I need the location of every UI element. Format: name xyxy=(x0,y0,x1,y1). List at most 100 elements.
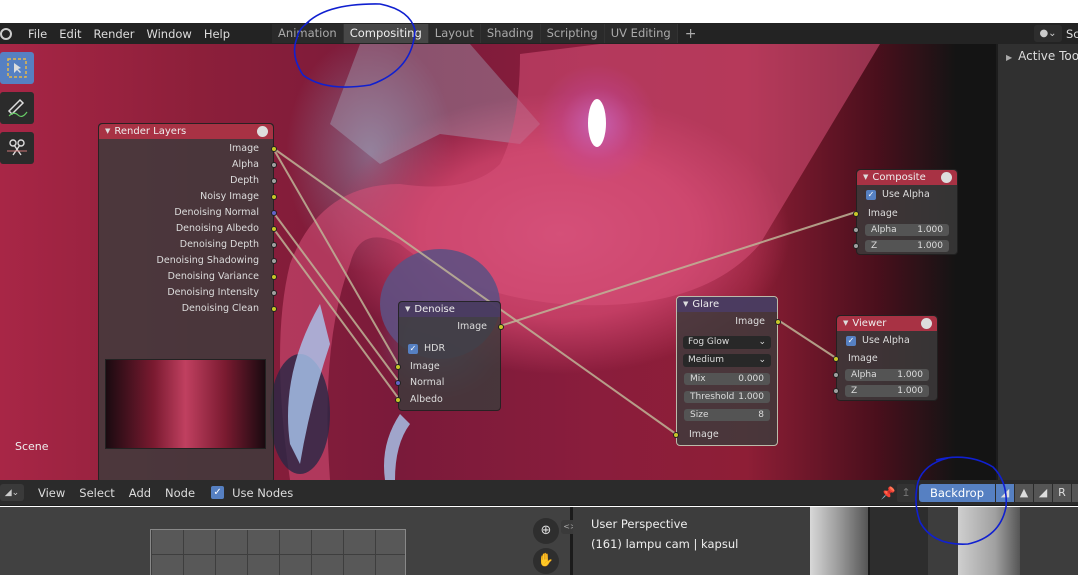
denoise-node[interactable]: ▼ Denoise Image ✓ HDR Image Normal Albedo xyxy=(395,301,504,411)
denoise-header[interactable]: ▼ Denoise xyxy=(399,302,500,317)
scene-selector[interactable]: ●⌄ Sc xyxy=(1034,23,1078,44)
menu-node[interactable]: Node xyxy=(165,486,195,500)
scene-name[interactable]: Sc xyxy=(1066,27,1078,41)
use-nodes-checkbox[interactable]: ✓ Use Nodes xyxy=(211,486,293,500)
menu-edit[interactable]: Edit xyxy=(53,27,87,41)
backdrop-color-alpha-button[interactable]: ◢ xyxy=(996,484,1014,502)
socket-depth[interactable] xyxy=(271,178,277,184)
tab-animation[interactable]: Animation xyxy=(272,24,344,43)
add-workspace-button[interactable]: + xyxy=(678,26,704,42)
parent-node-tree-button[interactable]: ↥ xyxy=(897,484,915,502)
scene-label[interactable]: Scene xyxy=(15,440,49,453)
menu-add[interactable]: Add xyxy=(129,486,151,500)
tab-shading[interactable]: Shading xyxy=(480,24,541,43)
expand-triangle-icon[interactable]: ▶ xyxy=(1006,53,1012,62)
backdrop-alpha-button[interactable]: ◢ xyxy=(1034,484,1052,502)
viewer-header[interactable]: ▼ Viewer xyxy=(837,316,937,331)
backdrop-red-channel-button[interactable]: R xyxy=(1053,484,1071,502)
menu-render[interactable]: Render xyxy=(88,27,141,41)
menu-view[interactable]: View xyxy=(38,486,65,500)
menu-window[interactable]: Window xyxy=(140,27,197,41)
annotate-tool[interactable] xyxy=(0,92,34,124)
socket-output-image[interactable] xyxy=(775,319,781,325)
checkbox-checked-icon[interactable]: ✓ xyxy=(408,343,418,354)
socket-input-alpha[interactable] xyxy=(833,372,839,378)
socket-noisy-image[interactable] xyxy=(271,194,277,200)
socket-denoising-clean[interactable] xyxy=(271,306,277,312)
socket-image[interactable] xyxy=(271,146,277,152)
glare-header[interactable]: ▼ Glare xyxy=(677,297,777,312)
active-tool-panel-header[interactable]: ▶ Active Tool xyxy=(1006,49,1078,63)
hdr-label: HDR xyxy=(424,343,446,354)
backdrop-color-button[interactable]: ▲ xyxy=(1015,484,1033,502)
socket-denoising-albedo[interactable] xyxy=(271,226,277,232)
collapse-arrow-icon[interactable]: ▼ xyxy=(683,297,688,312)
composite-header[interactable]: ▼ Composite xyxy=(857,170,957,185)
select-box-tool[interactable] xyxy=(0,52,34,84)
bottom-left-editor[interactable] xyxy=(0,507,570,575)
socket-alpha[interactable] xyxy=(271,162,277,168)
backdrop-green-channel-button[interactable] xyxy=(1072,484,1078,502)
use-alpha-checkbox[interactable]: ✓ Use Alpha xyxy=(866,189,930,200)
collapse-arrow-icon[interactable]: ▼ xyxy=(863,170,868,185)
socket-denoising-variance[interactable] xyxy=(271,274,277,280)
grid-canvas[interactable] xyxy=(150,529,406,575)
editor-type-selector[interactable]: ◢⌄ xyxy=(0,484,24,501)
pin-icon[interactable]: 📌 xyxy=(879,486,897,500)
viewer-node[interactable]: ▼ Viewer ✓ Use Alpha Image Alpha 1.000 Z 1.… xyxy=(833,315,938,401)
socket-denoising-shadowing[interactable] xyxy=(271,258,277,264)
socket-denoising-normal[interactable] xyxy=(271,210,277,216)
render-icon[interactable] xyxy=(941,172,952,183)
menu-file[interactable]: File xyxy=(22,27,53,41)
socket-input-alpha[interactable] xyxy=(853,227,859,233)
socket-input-image[interactable] xyxy=(673,432,679,438)
socket-input-image[interactable] xyxy=(853,211,859,217)
socket-output-image[interactable] xyxy=(498,324,504,330)
3d-viewport[interactable]: User Perspective (161) lampu cam | kapsu… xyxy=(573,507,1078,575)
socket-input-z[interactable] xyxy=(853,243,859,249)
composite-node[interactable]: ▼ Composite ✓ Use Alpha Image Alpha 1.000 … xyxy=(853,169,958,255)
checkbox-checked-icon[interactable]: ✓ xyxy=(866,189,876,200)
zoom-view-button[interactable]: ⊕ xyxy=(533,518,559,544)
socket-input-z[interactable] xyxy=(833,388,839,394)
collapse-arrow-icon[interactable]: ▼ xyxy=(105,124,110,139)
tab-uv-editing[interactable]: UV Editing xyxy=(604,24,678,43)
size-field[interactable]: Size 8 xyxy=(684,409,770,421)
checkbox-checked-icon[interactable]: ✓ xyxy=(211,486,225,499)
glare-node[interactable]: ▼ Glare Image Fog Glow ⌄ Medium ⌄ Mix 0.000… xyxy=(673,296,781,446)
render-layers-node[interactable]: ▼ Render Layers Image Alpha Depth Noisy … xyxy=(98,123,277,480)
socket-denoising-intensity[interactable] xyxy=(271,290,277,296)
menu-select[interactable]: Select xyxy=(79,486,114,500)
mix-field[interactable]: Mix 0.000 xyxy=(684,373,770,385)
socket-input-image[interactable] xyxy=(833,356,839,362)
z-field[interactable]: Z 1.000 xyxy=(845,385,929,397)
socket-input-normal[interactable] xyxy=(395,380,401,386)
quality-dropdown[interactable]: Medium ⌄ xyxy=(683,354,771,367)
backdrop-toggle-button[interactable]: Backdrop xyxy=(919,484,995,502)
menu-help[interactable]: Help xyxy=(198,27,236,41)
collapse-arrow-icon[interactable]: ▼ xyxy=(405,302,410,317)
socket-denoising-depth[interactable] xyxy=(271,242,277,248)
hdr-checkbox[interactable]: ✓ HDR xyxy=(408,343,445,354)
socket-input-image[interactable] xyxy=(395,364,401,370)
alpha-field[interactable]: Alpha 1.000 xyxy=(845,369,929,381)
tab-compositing[interactable]: Compositing xyxy=(343,24,429,43)
glare-type-dropdown[interactable]: Fog Glow ⌄ xyxy=(683,336,771,349)
collapse-arrow-icon[interactable]: ▼ xyxy=(843,316,848,331)
scene-icon[interactable]: ●⌄ xyxy=(1034,25,1062,42)
checkbox-checked-icon[interactable]: ✓ xyxy=(846,335,856,346)
compositor-node-editor[interactable]: ▼ Render Layers Image Alpha Depth Noisy … xyxy=(0,44,996,480)
tab-layout[interactable]: Layout xyxy=(428,24,481,43)
render-icon[interactable] xyxy=(921,318,932,329)
tab-scripting[interactable]: Scripting xyxy=(540,24,605,43)
blender-logo-icon[interactable] xyxy=(0,27,12,40)
cut-links-tool[interactable] xyxy=(0,132,34,164)
pan-view-button[interactable]: ✋ xyxy=(533,548,559,574)
render-layers-header[interactable]: ▼ Render Layers xyxy=(99,124,273,139)
alpha-field[interactable]: Alpha 1.000 xyxy=(865,224,949,236)
threshold-field[interactable]: Threshold 1.000 xyxy=(684,391,770,403)
render-icon[interactable] xyxy=(257,126,268,137)
z-field[interactable]: Z 1.000 xyxy=(865,240,949,252)
socket-input-albedo[interactable] xyxy=(395,397,401,403)
use-alpha-checkbox[interactable]: ✓ Use Alpha xyxy=(846,335,910,346)
